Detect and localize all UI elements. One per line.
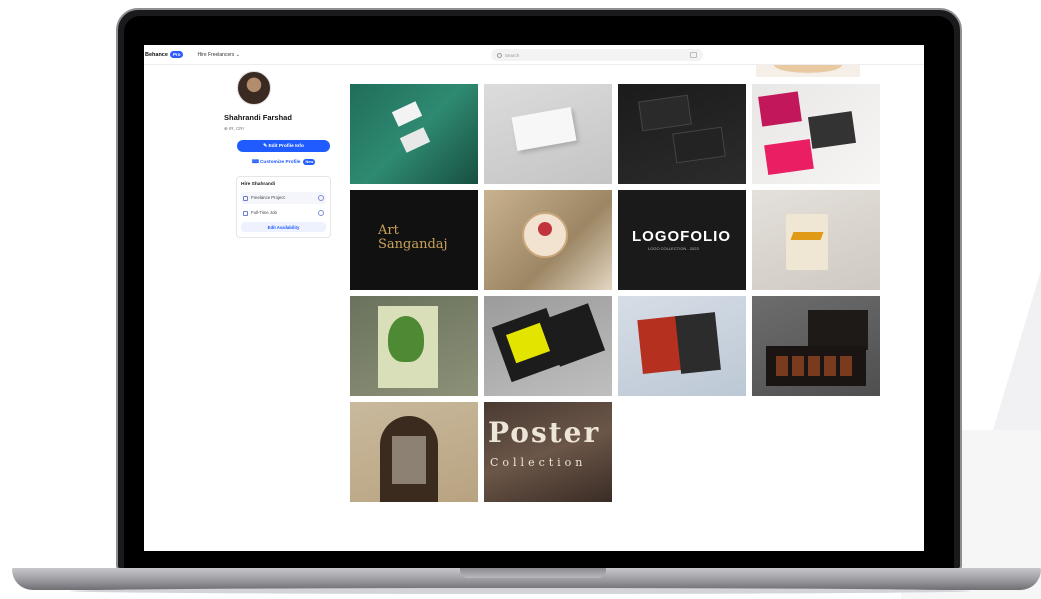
search-input[interactable]: Search (491, 49, 703, 61)
project-tile[interactable] (752, 296, 880, 396)
project-tile[interactable]: LOGOFOLIO LOGO COLLECTION - 2023 (618, 190, 746, 290)
project-title: Poster (488, 416, 601, 449)
hire-freelancers-menu[interactable]: Hire Freelancers ⌄ (197, 52, 240, 58)
document-icon (243, 210, 248, 216)
hire-option-label: Full-Time Job (251, 210, 277, 216)
laptop-notch (460, 568, 606, 578)
edit-availability-button[interactable]: Edit Availability (241, 222, 326, 232)
hire-card-title: Hire Shahrandi (241, 182, 276, 187)
filter-icon[interactable] (690, 52, 697, 58)
profile-sidebar: Shahrandi Farshad ⊕ IR, CRI ✎ Edit Profi… (222, 71, 334, 238)
project-tile[interactable] (618, 296, 746, 396)
customize-label: ⌨ Customize Profile (251, 159, 301, 165)
hire-card: Hire Shahrandi Freelance Project Full-Ti… (236, 176, 331, 238)
top-nav: Behance Pro Hire Freelancers ⌄ Search (144, 45, 924, 65)
hire-option-label: Freelance Project (251, 195, 285, 201)
project-tile[interactable] (618, 84, 746, 184)
search-placeholder: Search (505, 52, 520, 58)
customize-profile-button[interactable]: ⌨ Customize Profile New (237, 156, 330, 168)
edit-profile-button[interactable]: ✎ Edit Profile Info (237, 140, 330, 152)
radio-icon[interactable] (318, 210, 324, 216)
project-tile-peek[interactable] (756, 65, 860, 77)
project-tile[interactable] (484, 84, 612, 184)
profile-location: ⊕ IR, CRI (224, 126, 244, 131)
new-badge: New (303, 159, 316, 165)
project-tile[interactable]: Poster Collection (484, 402, 612, 502)
pro-badge: Pro (169, 51, 184, 58)
profile-name: Shahrandi Farshad (224, 113, 292, 122)
project-tile[interactable] (752, 84, 880, 184)
screen: Behance Pro Hire Freelancers ⌄ Search Sh… (144, 45, 924, 551)
search-icon (497, 52, 502, 58)
radio-icon[interactable] (318, 195, 324, 201)
project-subtitle: Collection (490, 456, 587, 469)
briefcase-icon (243, 195, 248, 201)
laptop-shadow (70, 588, 970, 594)
project-tile[interactable] (484, 190, 612, 290)
project-tile[interactable]: Art Sangandaj (350, 190, 478, 290)
project-tile[interactable] (752, 190, 880, 290)
hire-option-fulltime[interactable]: Full-Time Job (241, 207, 326, 219)
project-title: Art Sangandaj (378, 223, 448, 252)
scene: Behance Pro Hire Freelancers ⌄ Search Sh… (0, 0, 1041, 599)
brand-logo[interactable]: Behance (145, 52, 168, 58)
hire-option-freelance[interactable]: Freelance Project (241, 192, 326, 204)
project-subtitle: LOGO COLLECTION - 2023 (648, 246, 699, 251)
avatar[interactable] (237, 71, 271, 105)
project-tile[interactable] (350, 84, 478, 184)
project-tile[interactable] (350, 402, 478, 502)
project-tile[interactable] (350, 296, 478, 396)
project-tile[interactable] (484, 296, 612, 396)
project-title: LOGOFOLIO (632, 228, 731, 245)
